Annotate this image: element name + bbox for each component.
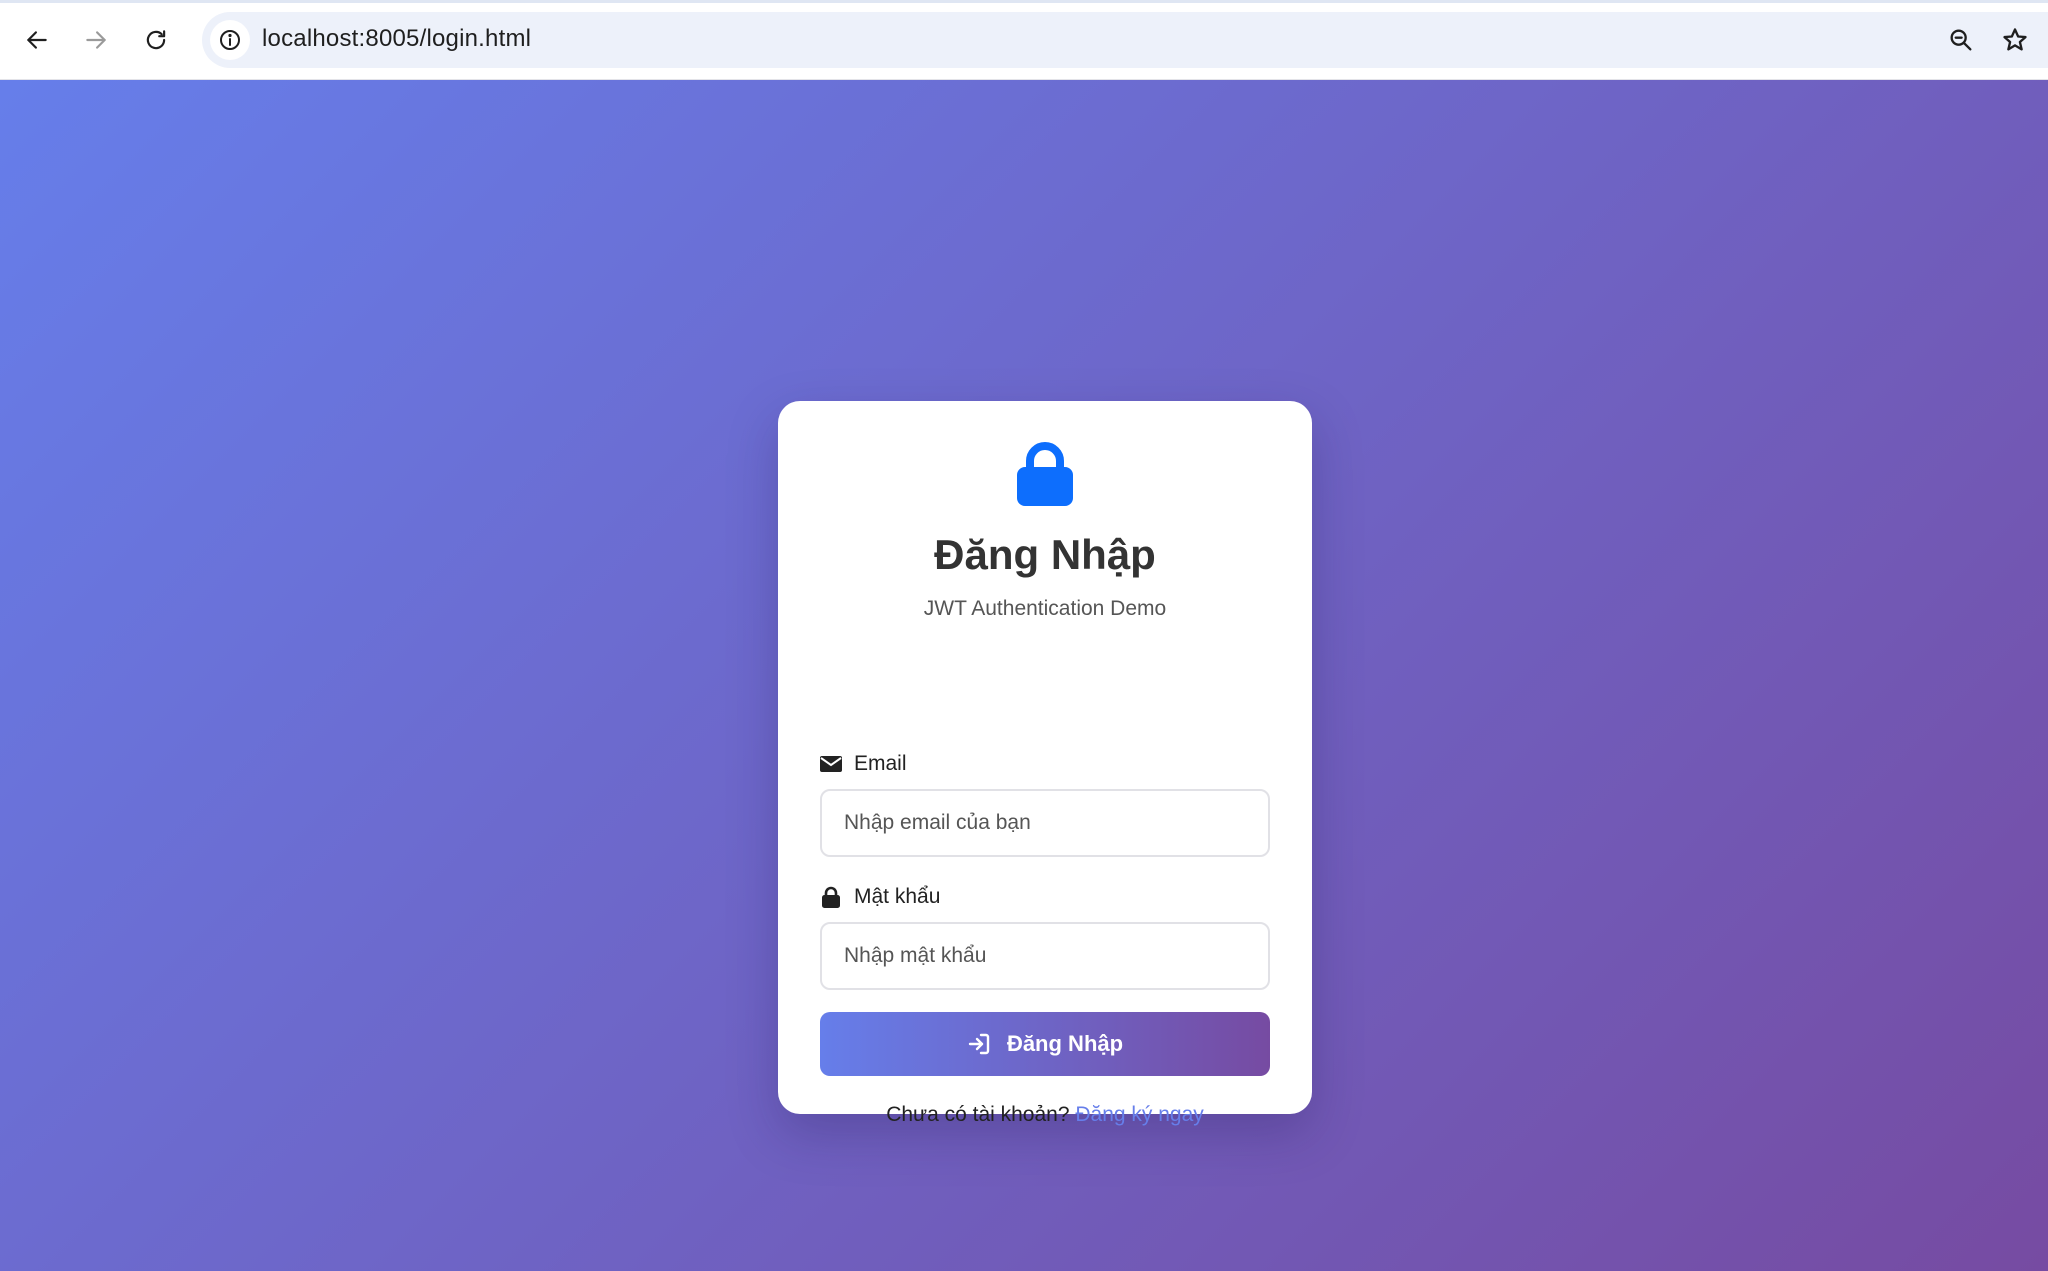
- register-link[interactable]: Đăng ký ngay: [1075, 1103, 1203, 1126]
- login-button[interactable]: Đăng Nhập: [820, 1012, 1270, 1076]
- email-label: Email: [820, 752, 907, 776]
- arrow-right-icon: [86, 31, 106, 49]
- register-prompt-text: Chưa có tài khoản?: [886, 1103, 1070, 1126]
- password-label-text: Mật khẩu: [854, 885, 941, 908]
- zoom-button[interactable]: [1944, 23, 1978, 57]
- password-field[interactable]: [820, 922, 1270, 990]
- login-card: Đăng Nhập JWT Authentication Demo Email …: [778, 401, 1312, 1126]
- page-subtitle: JWT Authentication Demo: [923, 597, 1167, 620]
- email-label-text: Email: [854, 752, 907, 775]
- page-background: Đăng Nhập JWT Authentication Demo Email …: [0, 80, 2048, 1271]
- back-button[interactable]: [17, 20, 57, 60]
- lock-icon: [1017, 442, 1073, 506]
- reload-icon: [146, 30, 166, 50]
- password-label: Mật khẩu: [820, 885, 940, 909]
- browser-toolbar: localhost:8005/login.html: [0, 0, 2048, 80]
- magnifier-zoom-icon: [1950, 29, 1972, 51]
- address-bar[interactable]: localhost:8005/login.html: [202, 12, 2048, 68]
- sign-in-icon: [968, 1033, 990, 1055]
- info-icon: [220, 30, 240, 50]
- lock-icon: [822, 886, 840, 908]
- bookmark-button[interactable]: [1998, 23, 2032, 57]
- site-info-button[interactable]: [210, 20, 250, 60]
- register-prompt: Chưa có tài khoản? Đăng ký ngay: [778, 1103, 1312, 1127]
- email-field[interactable]: [820, 789, 1270, 857]
- star-icon: [2003, 28, 2027, 51]
- reload-button[interactable]: [136, 20, 176, 60]
- page-title: Đăng Nhập: [934, 531, 1156, 578]
- forward-button[interactable]: [76, 20, 116, 60]
- arrow-left-icon: [27, 31, 47, 49]
- url-text[interactable]: localhost:8005/login.html: [262, 25, 531, 53]
- login-button-label: Đăng Nhập: [1006, 1031, 1124, 1056]
- tab-strip-edge: [0, 0, 2048, 3]
- envelope-icon: [820, 756, 842, 772]
